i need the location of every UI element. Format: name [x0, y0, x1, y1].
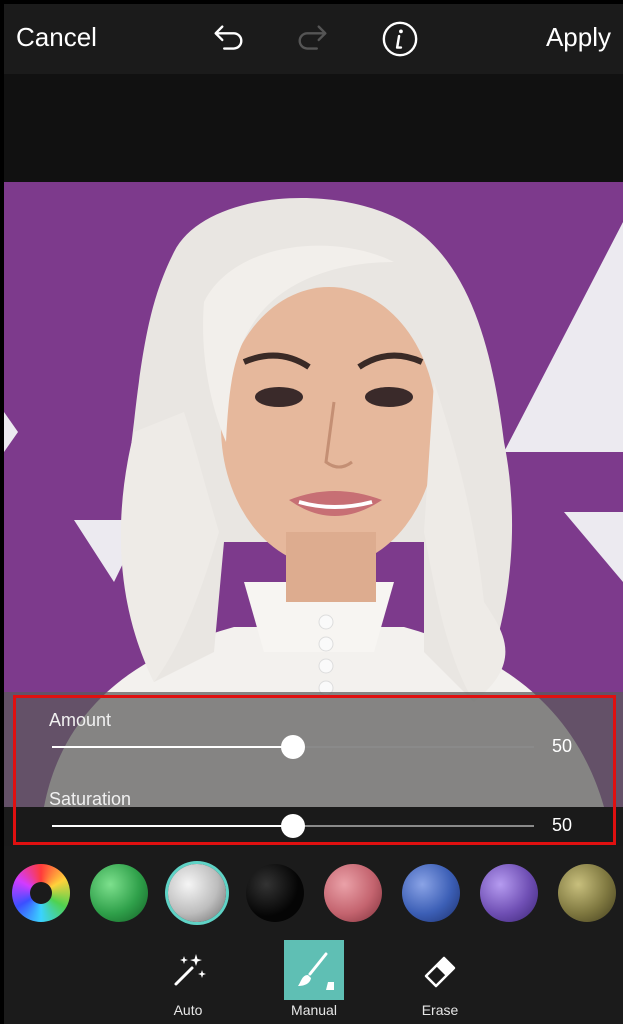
swatch-black[interactable]	[246, 864, 304, 922]
eraser-icon	[424, 956, 456, 988]
canvas-background	[4, 74, 623, 182]
top-toolbar: Cancel Apply	[4, 4, 623, 74]
tool-erase-label: Erase	[421, 1002, 459, 1018]
tool-auto[interactable]: Auto	[156, 940, 220, 1022]
swatch-silver[interactable]	[168, 864, 226, 922]
swatch-purple[interactable]	[480, 864, 538, 922]
swatch-blue[interactable]	[402, 864, 460, 922]
swatch-olive[interactable]	[558, 864, 616, 922]
magic-wand-icon	[174, 954, 206, 986]
redo-icon[interactable]	[294, 20, 332, 58]
cancel-button[interactable]: Cancel	[16, 22, 97, 53]
info-icon[interactable]	[381, 20, 419, 58]
hair-color-swatches	[4, 846, 623, 934]
tool-auto-label: Auto	[173, 1002, 203, 1018]
apply-button[interactable]: Apply	[546, 22, 611, 53]
highlight-box	[13, 695, 616, 845]
color-wheel-icon[interactable]	[12, 864, 70, 922]
tool-bar: Auto Manual Erase	[4, 934, 623, 1024]
swatch-green[interactable]	[90, 864, 148, 922]
brush-icon	[298, 952, 334, 990]
tool-manual-label: Manual	[291, 1002, 337, 1018]
screen: Cancel Apply Amount 50 Saturation 50 Aut…	[0, 0, 623, 1024]
tool-manual[interactable]: Manual	[282, 940, 346, 1022]
swatch-pink[interactable]	[324, 864, 382, 922]
undo-icon[interactable]	[209, 20, 247, 58]
tool-erase[interactable]: Erase	[408, 940, 472, 1022]
